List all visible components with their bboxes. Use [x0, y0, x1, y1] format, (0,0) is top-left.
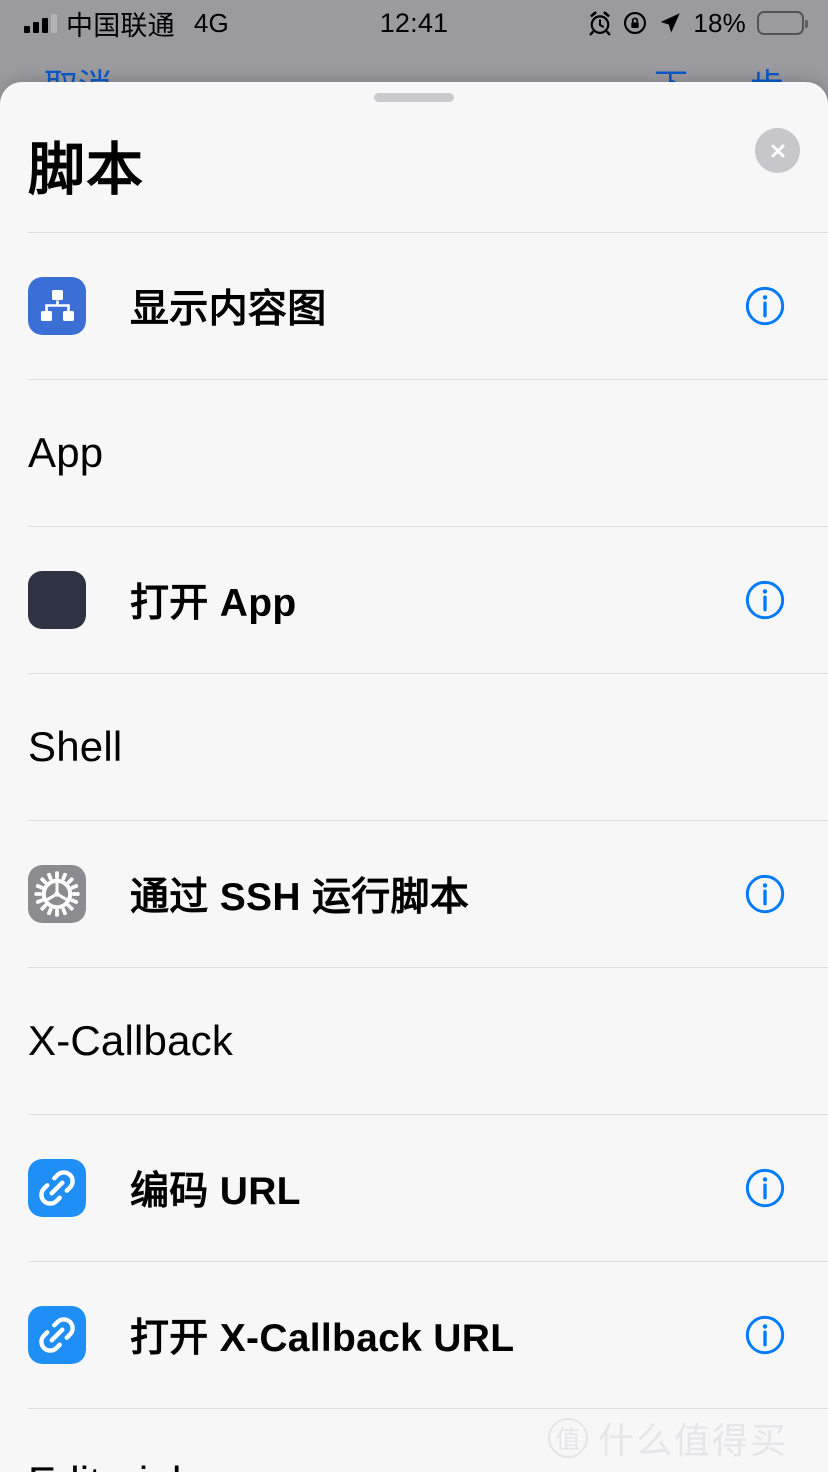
info-button[interactable]	[744, 873, 786, 915]
info-button[interactable]	[744, 1167, 786, 1209]
hierarchy-icon	[28, 277, 86, 335]
list-item[interactable]: 通过 SSH 运行脚本	[0, 821, 828, 967]
list-item[interactable]: 打开 X-Callback URL	[0, 1262, 828, 1408]
info-icon	[745, 1315, 785, 1355]
list-item-label: 显示内容图	[130, 288, 327, 331]
section-header: App	[28, 429, 104, 476]
list-item-label: 打开 App	[130, 582, 297, 625]
info-icon	[745, 874, 785, 914]
alarm-clock-icon	[587, 10, 613, 36]
status-bar: 中国联通 4G 12:41 18%	[0, 0, 828, 46]
link-icon	[28, 1159, 86, 1217]
hierarchy-icon	[28, 277, 86, 335]
link-icon	[28, 1306, 86, 1364]
info-icon	[745, 286, 785, 326]
list-item[interactable]: 显示内容图	[0, 233, 828, 379]
list-item-label: 打开 X-Callback URL	[130, 1317, 515, 1360]
close-button[interactable]	[755, 128, 800, 173]
info-icon	[745, 1168, 785, 1208]
gear-icon	[28, 865, 86, 923]
section-header: Editorial	[0, 1409, 828, 1472]
section-header: Shell	[28, 723, 123, 770]
battery-icon	[757, 11, 808, 35]
action-picker-sheet: 脚本 显示内容图 App 打开 App Shell 通过 SSH 运行脚本 X-Callb…	[0, 82, 828, 1472]
gear-icon	[28, 865, 86, 923]
action-list: 显示内容图 App 打开 App Shell 通过 SSH 运行脚本 X-Callback…	[0, 233, 828, 1472]
status-bar-right: 18%	[587, 7, 808, 39]
section-header: X-Callback	[28, 1017, 234, 1064]
info-button[interactable]	[744, 579, 786, 621]
location-arrow-icon	[657, 10, 683, 36]
list-item[interactable]: 打开 App	[0, 527, 828, 673]
close-icon	[771, 144, 784, 157]
list-item[interactable]: 编码 URL	[0, 1115, 828, 1261]
app-grid-icon	[28, 571, 86, 629]
list-item-label: 编码 URL	[130, 1170, 301, 1213]
info-button[interactable]	[744, 1314, 786, 1356]
link-icon	[28, 1159, 86, 1217]
carrier-name: 中国联通	[66, 10, 175, 41]
battery-percentage: 18%	[693, 7, 746, 38]
link-icon	[28, 1306, 86, 1364]
info-icon	[745, 580, 785, 620]
sheet-grabber-handle[interactable]	[374, 93, 454, 102]
signal-bars-icon	[24, 13, 57, 33]
status-bar-left: 中国联通 4G	[24, 4, 229, 43]
network-type: 4G	[193, 7, 229, 38]
info-button[interactable]	[744, 285, 786, 327]
page-title: 脚本	[28, 137, 144, 202]
rotation-lock-icon	[622, 10, 648, 36]
sheet-header: 脚本	[0, 102, 828, 232]
list-item-label: 通过 SSH 运行脚本	[130, 876, 470, 919]
